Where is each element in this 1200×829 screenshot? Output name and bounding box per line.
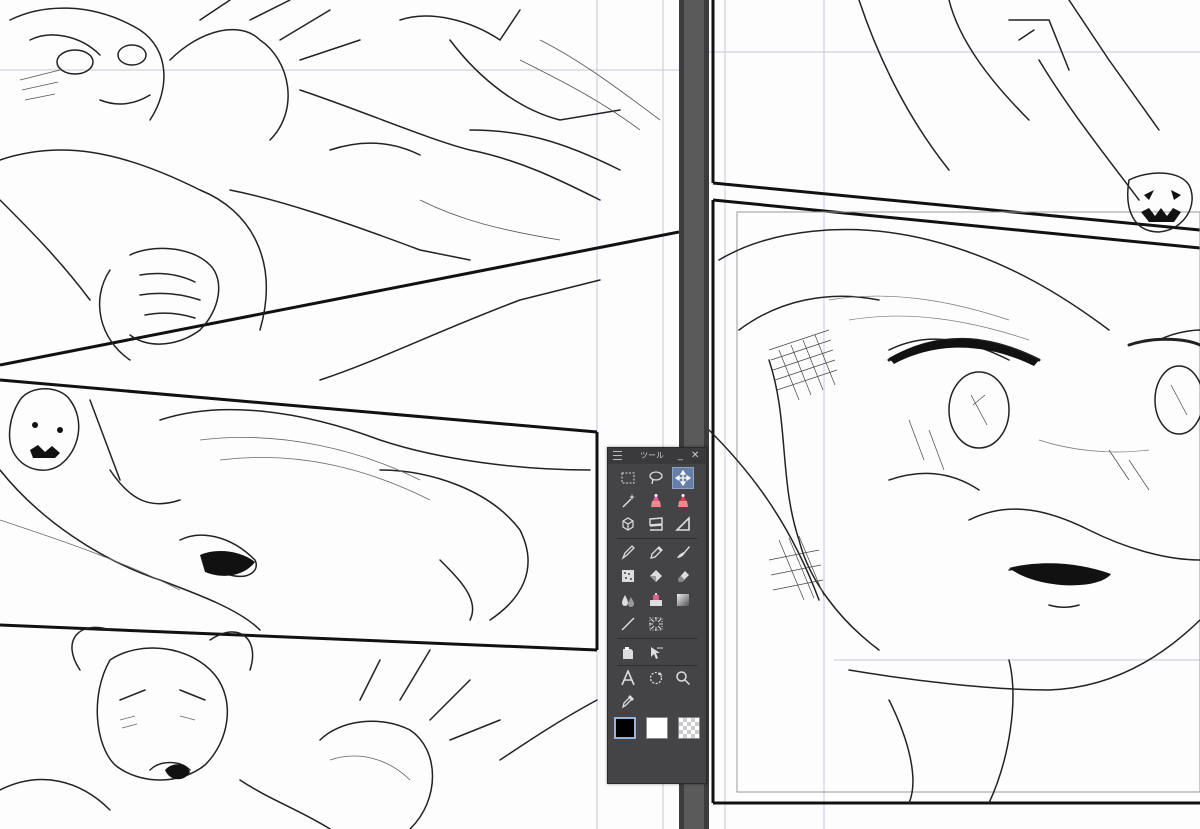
palette-menu-icon[interactable] — [613, 451, 622, 460]
balloon-tool-icon[interactable] — [617, 642, 639, 664]
close-button[interactable]: ✕ — [691, 448, 699, 464]
pencil-tool-icon[interactable] — [645, 541, 667, 563]
zoom-tool-icon[interactable] — [672, 667, 694, 689]
fill-tool-icon[interactable] — [645, 565, 667, 587]
object-select-tool-icon[interactable] — [617, 513, 639, 535]
eyedropper-tool-icon[interactable] — [617, 690, 639, 712]
sub-select-tool-icon[interactable] — [672, 490, 694, 512]
manga-page-right — [709, 0, 1200, 829]
brush-tool-icon[interactable] — [672, 541, 694, 563]
text-tool-icon[interactable] — [617, 667, 639, 689]
frame-border-tool-icon[interactable] — [645, 513, 667, 535]
eraser-tool-icon[interactable] — [672, 565, 694, 587]
magic-wand-tool-icon[interactable] — [617, 490, 639, 512]
sub-color-swatch[interactable] — [646, 717, 668, 739]
canvas-right[interactable] — [709, 0, 1200, 829]
manga-page-left — [0, 0, 679, 829]
operation-rotate-tool-icon[interactable] — [645, 667, 667, 689]
minimize-button[interactable]: _ — [678, 448, 683, 464]
correct-line-tool-icon[interactable] — [645, 642, 667, 664]
speed-lines-tool-icon[interactable] — [645, 613, 667, 635]
auto-select-tool-icon[interactable] — [645, 490, 667, 512]
gradient-tool-icon[interactable] — [672, 589, 694, 611]
ruler-tool-icon[interactable] — [672, 513, 694, 535]
transparent-color-swatch[interactable] — [678, 717, 700, 739]
move-tool-icon[interactable] — [672, 467, 694, 489]
lasso-select-tool-icon[interactable] — [645, 467, 667, 489]
main-color-swatch[interactable] — [614, 717, 636, 739]
airbrush-tool-icon[interactable] — [617, 565, 639, 587]
pen-tool-icon[interactable] — [617, 541, 639, 563]
figure-line-tool-icon[interactable] — [617, 613, 639, 635]
canvas-left[interactable] — [0, 0, 679, 829]
rect-select-tool-icon[interactable] — [617, 467, 639, 489]
palette-title-bar[interactable]: ツール _ ✕ — [608, 448, 706, 464]
blend-tool-icon[interactable] — [617, 589, 639, 611]
palette-title: ツール — [640, 451, 664, 460]
decoration-tool-icon[interactable] — [645, 589, 667, 611]
